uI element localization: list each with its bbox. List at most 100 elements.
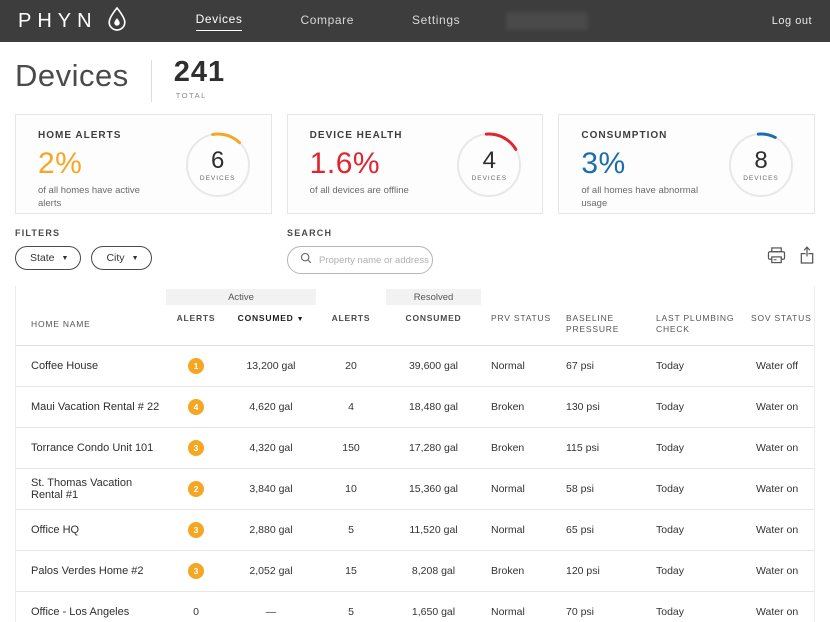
col-baseline-pressure[interactable]: BASELINE PRESSURE bbox=[556, 305, 646, 345]
col-prv-status[interactable]: PRV STATUS bbox=[481, 305, 556, 345]
water-drop-icon bbox=[106, 6, 128, 37]
home-name-cell: Torrance Condo Unit 101 bbox=[16, 442, 166, 454]
active-consumed-cell: 4,320 gal bbox=[226, 442, 316, 454]
col-resolved-consumed[interactable]: CONSUMED bbox=[386, 305, 481, 345]
search-icon bbox=[300, 251, 312, 269]
total-count: 241 bbox=[174, 56, 225, 89]
redacted-user-label bbox=[506, 12, 588, 30]
sov-status-cell: Water on bbox=[741, 565, 814, 577]
home-name-cell: Maui Vacation Rental # 22 bbox=[16, 401, 166, 413]
device-total: 241 TOTAL bbox=[174, 56, 225, 100]
col-last-plumbing-check[interactable]: LAST PLUMBING CHECK bbox=[646, 305, 741, 345]
last-plumbing-check-cell: Today bbox=[646, 606, 741, 618]
resolved-alerts-cell: 5 bbox=[316, 524, 386, 536]
col-home-name[interactable]: HOME NAME bbox=[16, 305, 166, 345]
devices-donut: 6 DEVICES bbox=[183, 130, 253, 200]
resolved-group-header: Resolved bbox=[386, 289, 481, 305]
resolved-alerts-cell: 4 bbox=[316, 401, 386, 413]
donut-count: 8 bbox=[754, 149, 767, 173]
last-plumbing-check-cell: Today bbox=[646, 360, 741, 372]
active-alerts-cell: 0 bbox=[166, 606, 226, 618]
last-plumbing-check-cell: Today bbox=[646, 565, 741, 577]
col-active-consumed[interactable]: CONSUMED▼ bbox=[226, 305, 316, 345]
devices-donut: 4 DEVICES bbox=[454, 130, 524, 200]
share-export-icon[interactable] bbox=[799, 246, 815, 269]
nav-item-settings[interactable]: Settings bbox=[412, 13, 460, 29]
total-label: TOTAL bbox=[176, 91, 225, 100]
active-alerts-badge: 2 bbox=[188, 481, 204, 497]
sov-status-cell: Water on bbox=[741, 442, 814, 454]
page-title: Devices bbox=[15, 58, 129, 94]
table-row[interactable]: Coffee House 1 13,200 gal 20 39,600 gal … bbox=[16, 346, 814, 387]
devices-table: Active Resolved HOME NAME ALERTS CONSUME… bbox=[15, 286, 815, 622]
card-label: CONSUMPTION bbox=[581, 130, 701, 141]
col-resolved-alerts[interactable]: ALERTS bbox=[316, 305, 386, 345]
sort-desc-icon: ▼ bbox=[297, 316, 305, 323]
resolved-alerts-cell: 20 bbox=[316, 360, 386, 372]
baseline-pressure-cell: 65 psi bbox=[556, 524, 646, 536]
baseline-pressure-cell: 58 psi bbox=[556, 483, 646, 495]
last-plumbing-check-cell: Today bbox=[646, 442, 741, 454]
resolved-consumed-cell: 39,600 gal bbox=[386, 360, 481, 372]
resolved-alerts-cell: 10 bbox=[316, 483, 386, 495]
logout-button[interactable]: Log out bbox=[772, 15, 812, 27]
device-health-card[interactable]: DEVICE HEALTH 1.6% of all devices are of… bbox=[287, 114, 544, 214]
chevron-down-icon: ▼ bbox=[62, 255, 69, 262]
prv-status-cell: Normal bbox=[481, 524, 556, 536]
home-alerts-card[interactable]: HOME ALERTS 2% of all homes have active … bbox=[15, 114, 272, 214]
card-description: of all homes have active alerts bbox=[38, 185, 158, 211]
prv-status-cell: Broken bbox=[481, 401, 556, 413]
consumption-card[interactable]: CONSUMPTION 3% of all homes have abnorma… bbox=[558, 114, 815, 214]
sov-status-cell: Water on bbox=[741, 606, 814, 618]
col-sov-status[interactable]: SOV STATUS bbox=[741, 305, 814, 345]
active-alerts-badge: 1 bbox=[188, 358, 204, 374]
chevron-down-icon: ▼ bbox=[132, 255, 139, 262]
print-icon[interactable] bbox=[767, 247, 786, 269]
table-row[interactable]: Palos Verdes Home #2 3 2,052 gal 15 8,20… bbox=[16, 551, 814, 592]
home-name-cell: Office - Los Angeles bbox=[16, 606, 166, 618]
active-consumed-cell: 2,052 gal bbox=[226, 565, 316, 577]
resolved-consumed-cell: 17,280 gal bbox=[386, 442, 481, 454]
state-filter-dropdown[interactable]: State ▼ bbox=[15, 246, 81, 270]
active-consumed-cell: — bbox=[226, 606, 316, 618]
table-row[interactable]: St. Thomas Vacation Rental #1 2 3,840 ga… bbox=[16, 469, 814, 510]
last-plumbing-check-cell: Today bbox=[646, 401, 741, 413]
donut-count: 6 bbox=[211, 149, 224, 173]
resolved-consumed-cell: 8,208 gal bbox=[386, 565, 481, 577]
table-row[interactable]: Office HQ 3 2,880 gal 5 11,520 gal Norma… bbox=[16, 510, 814, 551]
prv-status-cell: Broken bbox=[481, 565, 556, 577]
table-row[interactable]: Maui Vacation Rental # 22 4 4,620 gal 4 … bbox=[16, 387, 814, 428]
nav-item-compare[interactable]: Compare bbox=[300, 13, 354, 29]
home-name-cell: Coffee House bbox=[16, 360, 166, 372]
active-group-header: Active bbox=[166, 289, 316, 305]
card-description: of all homes have abnormal usage bbox=[581, 185, 701, 211]
table-row[interactable]: Office - Los Angeles 0 — 5 1,650 gal Nor… bbox=[16, 592, 814, 622]
prv-status-cell: Broken bbox=[481, 442, 556, 454]
baseline-pressure-cell: 120 psi bbox=[556, 565, 646, 577]
top-nav: PHYN Devices Compare Settings Log out bbox=[0, 0, 830, 42]
baseline-pressure-cell: 70 psi bbox=[556, 606, 646, 618]
active-consumed-cell: 2,880 gal bbox=[226, 524, 316, 536]
card-percent: 3% bbox=[581, 147, 701, 181]
search-label: SEARCH bbox=[287, 228, 433, 238]
card-label: DEVICE HEALTH bbox=[310, 130, 409, 141]
card-description: of all devices are offline bbox=[310, 185, 409, 198]
city-filter-dropdown[interactable]: City ▼ bbox=[91, 246, 151, 270]
phyn-logo[interactable]: PHYN bbox=[18, 6, 128, 37]
col-active-alerts[interactable]: ALERTS bbox=[166, 305, 226, 345]
baseline-pressure-cell: 67 psi bbox=[556, 360, 646, 372]
search-box[interactable] bbox=[287, 246, 433, 274]
nav-item-devices[interactable]: Devices bbox=[196, 12, 243, 31]
nav-links: Devices Compare Settings bbox=[196, 12, 461, 31]
last-plumbing-check-cell: Today bbox=[646, 483, 741, 495]
table-controls: FILTERS State ▼ City ▼ SEARCH bbox=[0, 214, 830, 274]
last-plumbing-check-cell: Today bbox=[646, 524, 741, 536]
active-alerts-badge: 3 bbox=[188, 522, 204, 538]
resolved-alerts-cell: 15 bbox=[316, 565, 386, 577]
search-input[interactable] bbox=[319, 255, 429, 266]
resolved-alerts-cell: 150 bbox=[316, 442, 386, 454]
donut-count: 4 bbox=[483, 149, 496, 173]
table-row[interactable]: Torrance Condo Unit 101 3 4,320 gal 150 … bbox=[16, 428, 814, 469]
filters-label: FILTERS bbox=[15, 228, 287, 238]
header-divider bbox=[151, 60, 152, 102]
